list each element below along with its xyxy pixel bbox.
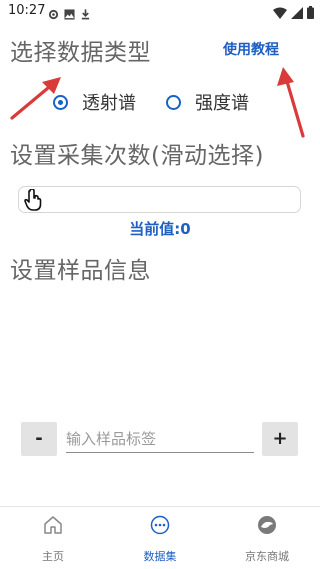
jd-mall-icon [257, 515, 277, 535]
wifi-icon [273, 4, 287, 23]
radio-selected-icon [53, 94, 68, 110]
status-notifications [48, 5, 91, 24]
radio-label: 透射谱 [82, 93, 136, 114]
radio-label: 强度谱 [195, 93, 249, 114]
collection-count-slider[interactable] [18, 186, 301, 213]
home-icon [43, 515, 63, 535]
sample-info-title: 设置样品信息 [10, 258, 151, 284]
download-icon [80, 5, 91, 24]
settings-icon [48, 5, 59, 24]
radio-transmission-spectrum[interactable]: 透射谱 [53, 89, 136, 115]
tutorial-link[interactable]: 使用教程 [223, 39, 279, 59]
increment-button[interactable]: + [262, 422, 298, 456]
nav-label: 主页 [42, 550, 64, 563]
signal-icon [291, 4, 303, 23]
radio-intensity-spectrum[interactable]: 强度谱 [166, 89, 249, 115]
annotation-arrow-right [277, 67, 305, 138]
nav-item-home[interactable]: 主页 [0, 507, 106, 569]
collection-count-title: 设置采集次数(滑动选择) [10, 143, 264, 169]
status-system-icons [273, 4, 314, 23]
nav-label: 数据集 [143, 550, 177, 563]
sample-label-input[interactable] [66, 426, 254, 453]
bottom-nav: 主页 数据集 京东商城 [0, 506, 320, 569]
nav-label: 京东商城 [245, 550, 289, 563]
battery-icon [307, 4, 314, 23]
radio-unselected-icon [166, 94, 181, 110]
nav-item-dataset[interactable]: 数据集 [107, 507, 213, 569]
status-bar: 10:27 [0, 0, 320, 22]
nav-item-jd-mall[interactable]: 京东商城 [214, 507, 320, 569]
image-icon [64, 5, 75, 24]
current-value-label: 当前值:0 [129, 220, 191, 238]
dataset-icon [150, 515, 170, 535]
status-time: 10:27 [8, 3, 46, 18]
hand-pointer-icon[interactable] [24, 188, 42, 215]
decrement-button[interactable]: - [21, 422, 57, 456]
data-type-title: 选择数据类型 [10, 40, 151, 66]
